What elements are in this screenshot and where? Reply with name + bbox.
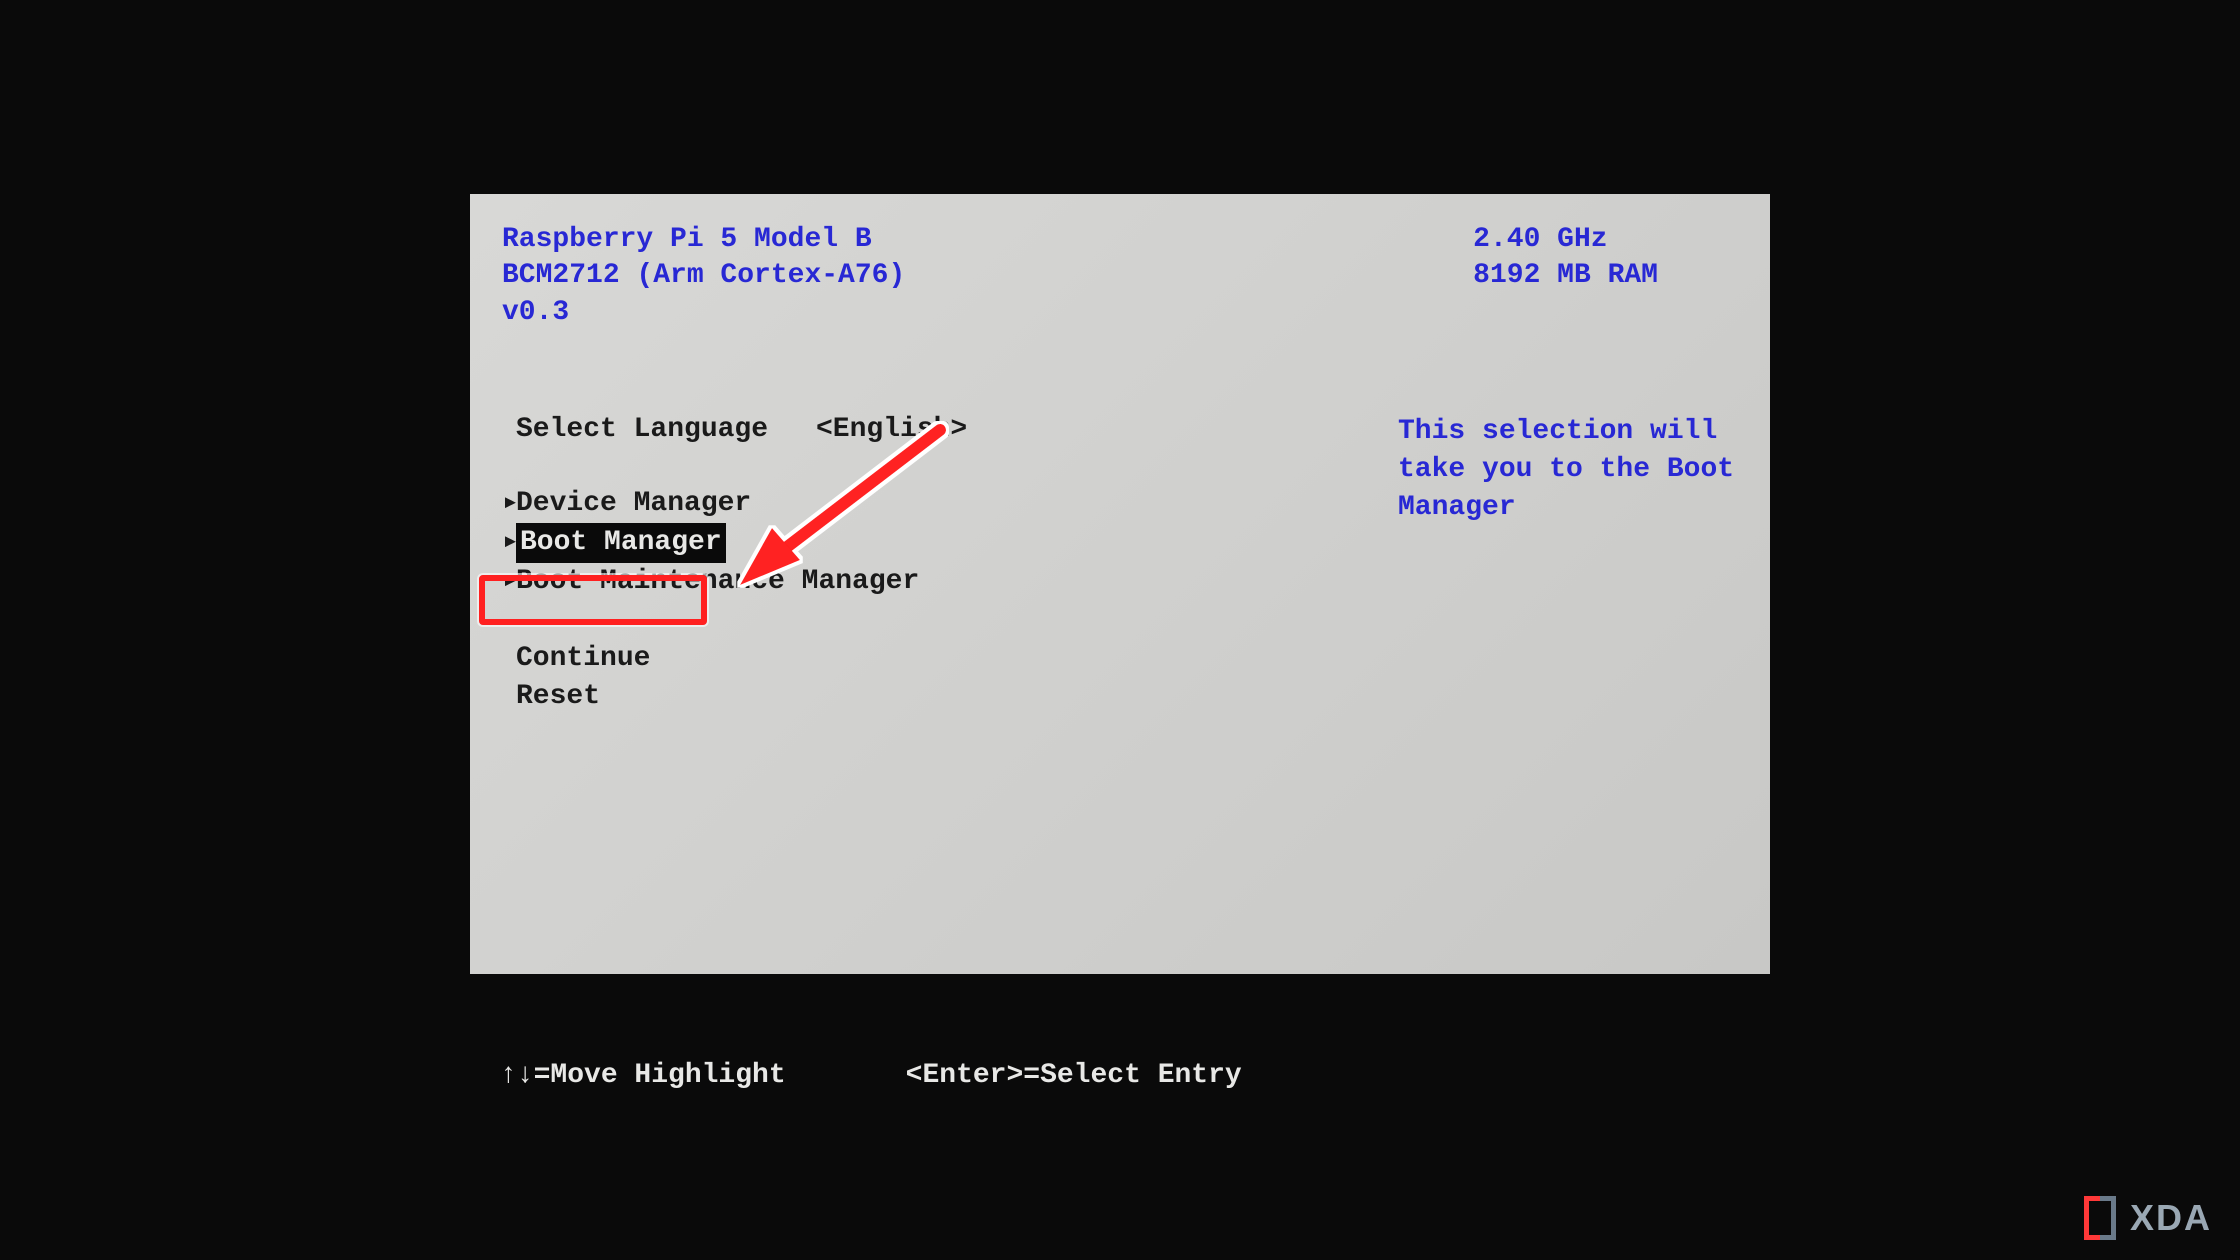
move-highlight-hint: ↑↓=Move Highlight	[500, 1060, 786, 1091]
help-line: take you to the Boot	[1398, 451, 1738, 489]
language-label: Select Language	[516, 411, 816, 449]
menu-item-boot-maintenance[interactable]: ▸ Boot Maintenance Manager	[502, 563, 1358, 601]
language-value: <English>	[816, 411, 967, 449]
language-selector[interactable]: Select Language <English>	[502, 411, 1358, 449]
menu-item-label: Reset	[516, 678, 600, 716]
menu-column: Select Language <English> ▸ Device Manag…	[502, 411, 1358, 716]
chipset-info: BCM2712 (Arm Cortex-A76)	[502, 258, 905, 294]
watermark-logo: XDA	[2084, 1196, 2212, 1240]
menu-group-actions: Continue Reset	[502, 640, 1358, 716]
menu-item-boot-manager[interactable]: ▸ Boot Manager	[502, 523, 1358, 563]
caret-icon: ▸	[502, 563, 514, 601]
help-line: Manager	[1398, 489, 1738, 527]
watermark-text: XDA	[2130, 1197, 2212, 1239]
bios-setup-panel: Raspberry Pi 5 Model B BCM2712 (Arm Cort…	[470, 194, 1770, 974]
device-info-left: Raspberry Pi 5 Model B BCM2712 (Arm Cort…	[502, 222, 905, 331]
menu-item-label: Device Manager	[516, 485, 751, 523]
help-line: This selection will	[1398, 413, 1738, 451]
menu-item-label: Boot Maintenance Manager	[516, 563, 919, 601]
firmware-version: v0.3	[502, 295, 905, 331]
menu-item-label: Continue	[516, 640, 650, 678]
device-info-right: 2.40 GHz 8192 MB RAM	[1473, 222, 1658, 331]
menu-item-device-manager[interactable]: ▸ Device Manager	[502, 485, 1358, 523]
menu-item-label-selected: Boot Manager	[516, 523, 726, 563]
bracket-icon	[2084, 1196, 2116, 1240]
caret-icon: ▸	[502, 524, 514, 562]
caret-icon: ▸	[502, 485, 514, 523]
select-entry-hint: <Enter>=Select Entry	[906, 1060, 1242, 1091]
menu-area: Select Language <English> ▸ Device Manag…	[502, 411, 1738, 716]
menu-item-continue[interactable]: Continue	[516, 640, 1358, 678]
bios-header: Raspberry Pi 5 Model B BCM2712 (Arm Cort…	[502, 222, 1738, 331]
keyboard-hints: ↑↓=Move Highlight <Enter>=Select Entry	[500, 1060, 1242, 1091]
help-panel: This selection will take you to the Boot…	[1398, 413, 1738, 716]
device-name: Raspberry Pi 5 Model B	[502, 222, 905, 258]
memory-size: 8192 MB RAM	[1473, 258, 1658, 294]
cpu-speed: 2.40 GHz	[1473, 222, 1658, 258]
menu-item-reset[interactable]: Reset	[516, 678, 1358, 716]
